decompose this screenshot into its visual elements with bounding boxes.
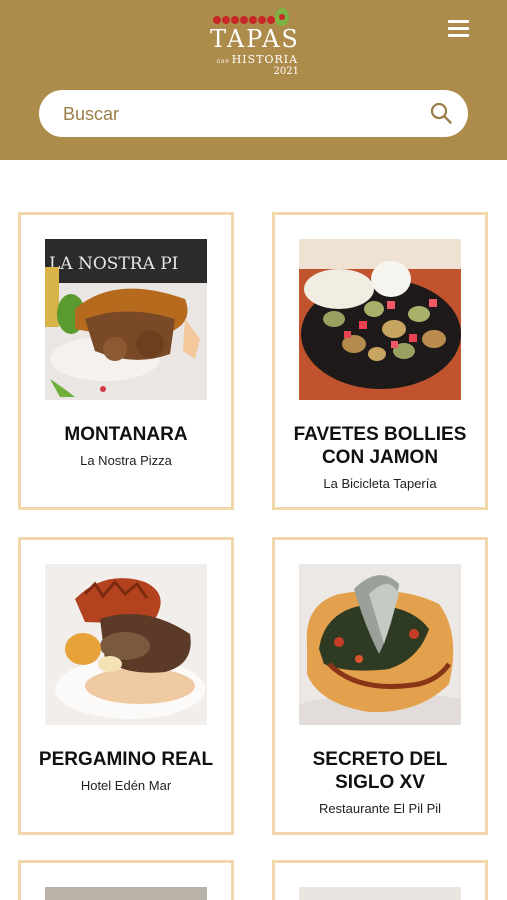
dish-card-partial[interactable]: [18, 860, 234, 900]
dish-restaurant: Restaurante El Pil Pil: [318, 801, 442, 816]
dish-title: FAVETES BOLLIES CON JAMON: [293, 424, 467, 468]
tapas-con-historia-logo[interactable]: TAPAS con HISTORIA 2021: [205, 4, 305, 78]
dish-photo: [299, 239, 461, 400]
hamburger-menu-icon[interactable]: [446, 17, 472, 39]
dish-card-pergamino-real[interactable]: PERGAMINO REAL Hotel Edén Mar: [18, 537, 234, 835]
logo-subtitle: con HISTORIA: [217, 53, 299, 66]
dish-card-partial[interactable]: [272, 860, 488, 900]
logo-title: TAPAS: [210, 25, 300, 53]
dish-card-montanara[interactable]: LA NOSTRA PI MONTANARA La Nostra Pizza: [18, 212, 234, 510]
dish-photo: LA NOSTRA PI: [45, 239, 207, 400]
logo-decoration: [213, 16, 275, 24]
dish-photo: [299, 887, 461, 900]
dish-card-secreto-del-siglo-xv[interactable]: SECRETO DEL SIGLO XV Restaurante El Pil …: [272, 537, 488, 835]
dish-photo: [45, 564, 207, 725]
dish-title: SECRETO DEL SIGLO XV: [312, 749, 448, 793]
dish-restaurant: Hotel Edén Mar: [80, 778, 172, 793]
dish-photo: [45, 887, 207, 900]
dish-title: MONTANARA: [64, 424, 188, 445]
dish-title: PERGAMINO REAL: [38, 749, 214, 770]
search-bar: [39, 90, 468, 137]
dish-restaurant: La Bicicleta Tapería: [323, 476, 437, 491]
logo-year: 2021: [273, 66, 299, 77]
dish-grid: LA NOSTRA PI MONTANARA La Nostra Pizza F…: [0, 160, 507, 900]
svg-text:LA NOSTRA PI: LA NOSTRA PI: [49, 254, 178, 274]
dish-card-favetes-bollies[interactable]: FAVETES BOLLIES CON JAMON La Bicicleta T…: [272, 212, 488, 510]
app-header: TAPAS con HISTORIA 2021: [0, 0, 507, 160]
dish-restaurant: La Nostra Pizza: [80, 453, 172, 468]
olive-icon: [275, 8, 289, 26]
dish-photo: [299, 564, 461, 725]
search-input[interactable]: [63, 99, 403, 129]
search-icon[interactable]: [429, 101, 453, 125]
